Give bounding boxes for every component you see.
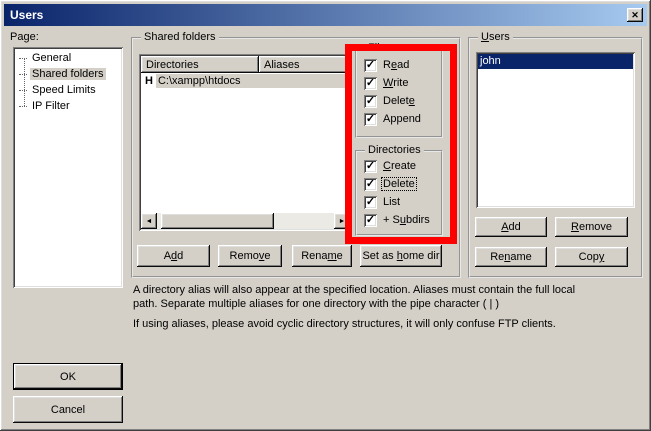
copy-user-button[interactable]: Copy xyxy=(555,247,628,267)
list-item-user[interactable]: john xyxy=(478,54,633,69)
cancel-button-label: Cancel xyxy=(51,404,85,416)
close-icon: ✕ xyxy=(631,11,639,20)
window-title: Users xyxy=(10,8,627,22)
users-dialog: Users ✕ Page: General Shared folders Spe… xyxy=(0,0,651,431)
title-bar[interactable]: Users ✕ xyxy=(4,4,647,26)
remove-folder-button[interactable]: Remove xyxy=(218,245,282,267)
tree-stub-icon xyxy=(19,106,27,107)
sidebar-item-speed-limits[interactable]: Speed Limits xyxy=(19,82,121,98)
column-header-label: Directories xyxy=(146,59,199,71)
rename-folder-button[interactable]: Rename xyxy=(292,245,352,267)
scroll-left-icon: ◄ xyxy=(146,218,153,225)
scroll-left-button[interactable]: ◄ xyxy=(141,213,157,229)
shared-folders-group-label: Shared folders xyxy=(141,31,219,43)
set-as-home-dir-button[interactable]: Set as home dir xyxy=(360,245,442,267)
table-row[interactable]: H C:\xampp\htdocs xyxy=(141,73,350,89)
scrollbar-track[interactable] xyxy=(274,213,334,229)
button-label: Remove xyxy=(230,250,271,262)
users-list: john xyxy=(476,52,635,208)
page-list: General Shared folders Speed Limits IP F… xyxy=(13,47,123,288)
cyclic-note: If using aliases, please avoid cyclic di… xyxy=(133,317,625,331)
button-label: Copy xyxy=(579,251,605,263)
notes-section: A directory alias will also appear at th… xyxy=(133,283,625,337)
sidebar-item-shared-folders[interactable]: Shared folders xyxy=(19,66,121,82)
column-header-label: Aliases xyxy=(264,59,299,71)
directory-cell: C:\xampp\htdocs xyxy=(156,74,350,88)
close-button[interactable]: ✕ xyxy=(627,8,643,22)
users-group-label: Users xyxy=(478,31,513,43)
scrollbar-thumb[interactable] xyxy=(161,213,274,229)
alias-note: A directory alias will also appear at th… xyxy=(133,283,625,311)
ok-button[interactable]: OK xyxy=(13,363,123,390)
annotation-red-rectangle xyxy=(345,44,457,244)
button-label: Rename xyxy=(301,250,343,262)
sidebar-item-ip-filter[interactable]: IP Filter xyxy=(19,98,121,114)
column-header-aliases[interactable]: Aliases xyxy=(259,56,350,73)
button-label: Rename xyxy=(490,251,532,263)
sidebar-item-label: IP Filter xyxy=(30,100,72,112)
sidebar-item-label: Shared folders xyxy=(30,68,106,80)
add-folder-button[interactable]: Add xyxy=(137,245,210,267)
tree-stub-icon xyxy=(19,58,27,59)
shared-folders-listview: Directories Aliases H C:\xampp\htdocs ◄ … xyxy=(139,54,352,231)
add-user-button[interactable]: Add xyxy=(475,217,547,237)
page-label: Page: xyxy=(10,31,39,43)
button-label: Add xyxy=(501,221,521,233)
tree-stub-icon xyxy=(19,90,27,91)
tree-stub-icon xyxy=(19,74,27,75)
remove-user-button[interactable]: Remove xyxy=(555,217,628,237)
column-header-directories[interactable]: Directories xyxy=(141,56,259,73)
button-label: Add xyxy=(164,250,184,262)
listview-header: Directories Aliases xyxy=(141,56,350,73)
sidebar-item-label: Speed Limits xyxy=(30,84,98,96)
button-label: Set as home dir xyxy=(362,250,439,262)
cancel-button[interactable]: Cancel xyxy=(13,396,123,423)
ok-button-label: OK xyxy=(60,371,76,383)
user-name: john xyxy=(480,55,501,67)
horizontal-scrollbar[interactable]: ◄ ► xyxy=(141,213,350,229)
rename-user-button[interactable]: Rename xyxy=(475,247,547,267)
home-marker: H xyxy=(141,75,156,87)
sidebar-item-general[interactable]: General xyxy=(19,50,121,66)
button-label: Remove xyxy=(571,221,612,233)
listview-body: H C:\xampp\htdocs xyxy=(141,73,350,213)
sidebar-item-label: General xyxy=(30,52,73,64)
